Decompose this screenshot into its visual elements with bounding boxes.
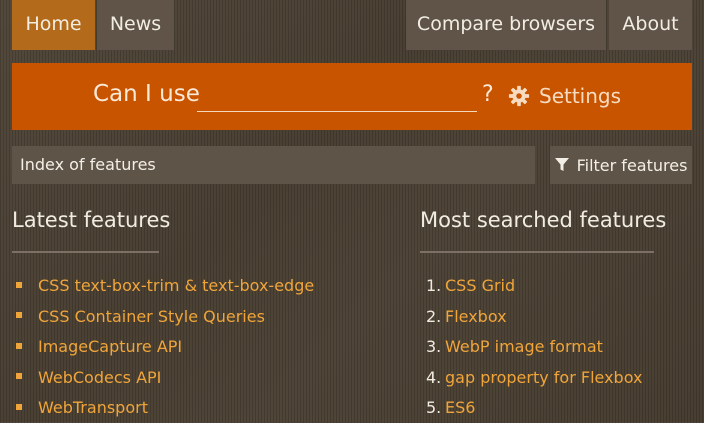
list-item[interactable]: ImageCapture API	[12, 331, 314, 362]
list-item[interactable]: WebCodecs API	[12, 362, 314, 393]
item-number: 1.	[426, 276, 442, 295]
search-label: Can I use	[93, 81, 200, 107]
filter-features-label: Filter features	[576, 155, 688, 175]
latest-features-divider	[12, 251, 159, 253]
list-item[interactable]: 4. gap property for Flexbox	[426, 362, 642, 393]
feature-link[interactable]: gap property for Flexbox	[445, 368, 642, 387]
most-searched-title: Most searched features	[420, 208, 667, 232]
nav-tab-about-label: About	[622, 13, 679, 35]
feature-link[interactable]: ImageCapture API	[38, 337, 182, 356]
search-input[interactable]	[197, 80, 477, 112]
settings-button[interactable]: Settings	[508, 83, 621, 109]
filter-features-button[interactable]: Filter features	[550, 146, 692, 184]
bullet-icon	[16, 281, 22, 288]
item-number: 2.	[426, 306, 442, 326]
feature-link[interactable]: CSS Container Style Queries	[38, 307, 265, 326]
nav-tab-news-label: News	[109, 13, 162, 35]
index-of-features-link[interactable]: Index of features	[12, 146, 535, 184]
nav-tab-news[interactable]: News	[97, 0, 174, 50]
latest-features-list: CSS text-box-trim & text-box-edge CSS Co…	[12, 270, 314, 423]
list-item[interactable]: 2. Flexbox	[426, 301, 642, 332]
nav-tab-compare-browsers[interactable]: Compare browsers	[406, 0, 606, 50]
feature-link[interactable]: ES6	[445, 398, 475, 417]
search-question-mark: ?	[482, 82, 494, 107]
nav-tab-about[interactable]: About	[609, 0, 692, 50]
feature-link[interactable]: WebTransport	[38, 398, 148, 417]
nav-tab-home-label: Home	[25, 13, 82, 35]
list-item[interactable]: 5. ES6	[426, 392, 642, 423]
list-item[interactable]: 3. WebP image format	[426, 331, 642, 362]
search-banner: Can I use ? Settings	[12, 63, 692, 130]
feature-link[interactable]: WebP image format	[445, 337, 603, 356]
most-searched-divider	[420, 251, 654, 253]
feature-link[interactable]: Flexbox	[445, 307, 507, 326]
item-number: 5.	[426, 398, 442, 417]
bullet-icon	[16, 373, 22, 379]
latest-features-title: Latest features	[12, 208, 171, 232]
most-searched-list: 1. CSS Grid 2. Flexbox 3. WebP image format…	[426, 270, 642, 423]
filter-icon	[554, 158, 569, 171]
gear-icon	[508, 85, 530, 107]
item-number: 3.	[426, 337, 442, 356]
bullet-icon	[16, 312, 22, 318]
nav-tab-compare-label: Compare browsers	[416, 13, 596, 35]
nav-tab-home[interactable]: Home	[12, 0, 95, 50]
item-number: 4.	[426, 367, 442, 387]
feature-link[interactable]: CSS text-box-trim & text-box-edge	[38, 276, 314, 295]
feature-link[interactable]: CSS Grid	[445, 276, 515, 295]
bullet-icon	[16, 403, 22, 410]
feature-link[interactable]: WebCodecs API	[38, 368, 161, 387]
list-item[interactable]: 1. CSS Grid	[426, 270, 642, 301]
list-item[interactable]: CSS Container Style Queries	[12, 301, 314, 332]
settings-label: Settings	[539, 84, 622, 108]
bullet-icon	[16, 342, 22, 349]
index-of-features-label: Index of features	[20, 155, 156, 174]
list-item[interactable]: CSS text-box-trim & text-box-edge	[12, 270, 314, 301]
list-item[interactable]: WebTransport	[12, 392, 314, 423]
